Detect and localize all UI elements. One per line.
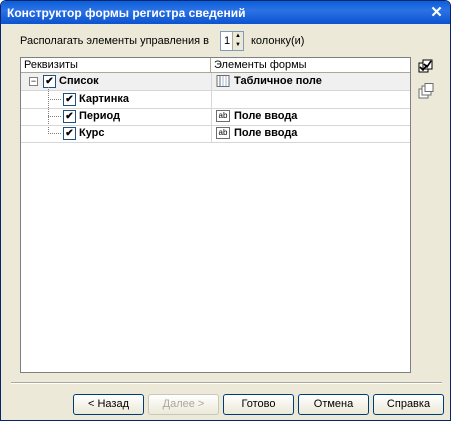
- columns-spinner[interactable]: 1 ▲ ▼: [220, 31, 244, 51]
- collapse-icon[interactable]: −: [29, 77, 38, 86]
- separator: [11, 382, 442, 384]
- attribute-cell[interactable]: ✔ Период: [21, 108, 212, 125]
- close-icon[interactable]: ✕: [428, 4, 445, 21]
- done-button[interactable]: Готово: [223, 394, 294, 415]
- spinner-down-icon[interactable]: ▼: [233, 41, 243, 50]
- check-all-icon[interactable]: [418, 59, 434, 75]
- cancel-button[interactable]: Отмена: [298, 394, 369, 415]
- next-button[interactable]: Далее >: [148, 394, 219, 415]
- table-row[interactable]: ✔ Картинка: [21, 91, 410, 109]
- column-header-attributes[interactable]: Реквизиты: [21, 58, 211, 73]
- columns-value[interactable]: 1: [224, 35, 230, 47]
- fields-grid[interactable]: Реквизиты Элементы формы − ✔ Список Табл…: [20, 57, 411, 373]
- form-element-name: Табличное поле: [234, 75, 322, 87]
- form-element-name: Поле ввода: [234, 127, 298, 139]
- checkbox[interactable]: ✔: [43, 75, 56, 88]
- form-element-name: Поле ввода: [234, 110, 298, 122]
- columns-suffix: колонку(и): [251, 35, 305, 47]
- form-element-cell[interactable]: ab Поле ввода: [212, 125, 410, 142]
- table-field-icon: [216, 75, 230, 87]
- attribute-name: Курс: [79, 127, 105, 139]
- table-row[interactable]: − ✔ Список Табличное поле: [21, 73, 410, 91]
- dialog-window: Конструктор формы регистра сведений ✕ Ра…: [0, 0, 451, 421]
- input-field-icon: ab: [216, 110, 230, 122]
- attribute-name: Картинка: [79, 93, 129, 105]
- help-button[interactable]: Справка: [373, 394, 444, 415]
- uncheck-all-icon[interactable]: [418, 83, 434, 99]
- attribute-name: Список: [59, 75, 99, 87]
- table-row[interactable]: ✔ Период ab Поле ввода: [21, 108, 410, 126]
- table-row[interactable]: ✔ Курс ab Поле ввода: [21, 125, 410, 143]
- attribute-name: Период: [79, 110, 121, 122]
- input-field-icon: ab: [216, 127, 230, 139]
- checkbox[interactable]: ✔: [63, 127, 76, 140]
- column-header-form-elements[interactable]: Элементы формы: [211, 58, 410, 73]
- title-bar[interactable]: Конструктор формы регистра сведений ✕: [1, 1, 450, 24]
- checkbox[interactable]: ✔: [63, 93, 76, 106]
- attribute-cell[interactable]: − ✔ Список: [21, 73, 212, 90]
- form-element-cell[interactable]: ab Поле ввода: [212, 108, 410, 125]
- spinner-buttons[interactable]: ▲ ▼: [232, 32, 243, 50]
- attribute-cell[interactable]: ✔ Курс: [21, 125, 212, 142]
- columns-label: Располагать элементы управления в: [20, 35, 209, 47]
- form-element-cell[interactable]: [212, 91, 410, 108]
- window-title: Конструктор формы регистра сведений: [7, 6, 246, 20]
- back-button[interactable]: < Назад: [73, 394, 144, 415]
- checkbox[interactable]: ✔: [63, 110, 76, 123]
- form-element-cell[interactable]: Табличное поле: [212, 73, 410, 90]
- attribute-cell[interactable]: ✔ Картинка: [21, 91, 212, 108]
- spinner-up-icon[interactable]: ▲: [233, 32, 243, 41]
